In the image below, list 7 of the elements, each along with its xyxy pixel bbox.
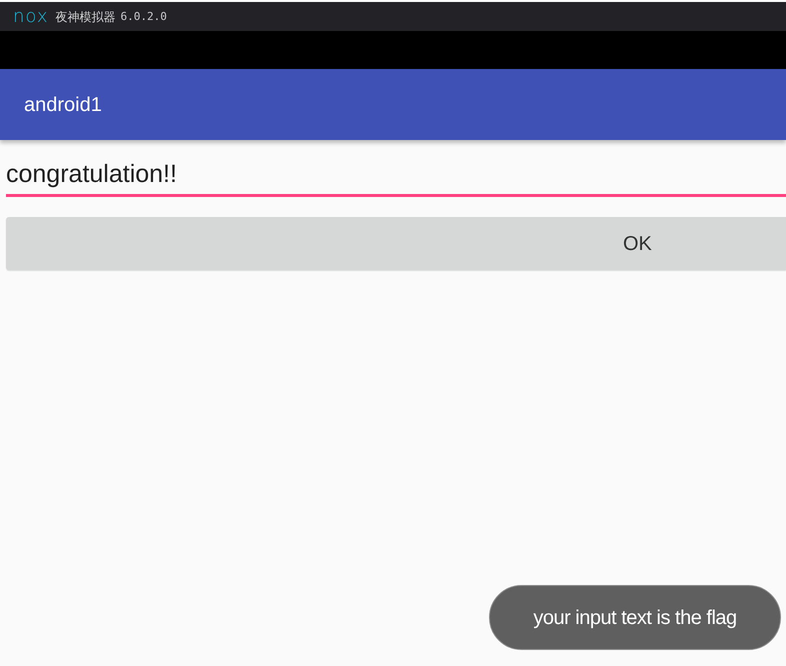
ok-button[interactable]: OK xyxy=(6,217,786,270)
app-title: android1 xyxy=(24,94,102,114)
version-label: 6.0.2.0 xyxy=(120,11,167,22)
logo-text: nox xyxy=(13,8,49,26)
window-title: 夜神模拟器 xyxy=(56,10,116,22)
text-input[interactable]: congratulation!! xyxy=(6,158,786,197)
toast-message: your input text is the flag xyxy=(489,585,781,650)
